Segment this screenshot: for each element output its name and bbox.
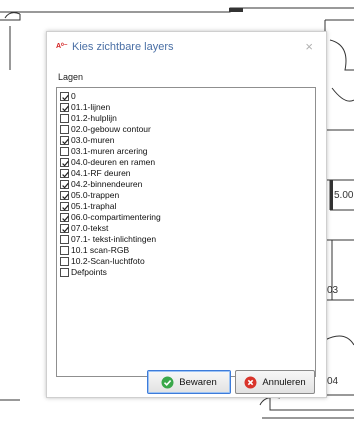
layer-checkbox[interactable]: [60, 147, 69, 156]
check-icon: [62, 226, 69, 233]
close-icon[interactable]: ×: [305, 39, 313, 54]
layer-label: 02.0-gebouw contour: [71, 124, 151, 134]
save-button-label: Bewaren: [179, 376, 217, 388]
check-icon: [62, 171, 69, 178]
layer-row[interactable]: 0: [60, 91, 76, 102]
check-icon: [62, 94, 69, 101]
layer-label: 05.1-traphal: [71, 201, 117, 211]
layer-label: 06.0-compartimentering: [71, 212, 161, 222]
layer-row[interactable]: 04.1-RF deuren: [60, 168, 131, 179]
layers-dialog: A⁰⁻ Kies zichtbare layers × Lagen 0 01.1-…: [46, 31, 327, 398]
layer-label: 03.0-muren: [71, 135, 115, 145]
layer-checkbox[interactable]: [60, 224, 69, 233]
check-icon: [62, 204, 69, 211]
save-button[interactable]: Bewaren: [147, 370, 231, 394]
layer-checkbox[interactable]: [60, 158, 69, 167]
cancel-x-circle-icon: [244, 376, 257, 388]
layer-row[interactable]: 03.0-muren: [60, 135, 114, 146]
cad-label: 5.00: [334, 190, 354, 201]
layer-label: 01.1-lijnen: [71, 102, 111, 112]
layer-row[interactable]: 04.2-binnendeuren: [60, 179, 142, 190]
cancel-button-label: Annuleren: [262, 376, 306, 388]
layer-checkbox[interactable]: [60, 268, 69, 277]
layer-label: 10.1 scan-RGB: [71, 245, 130, 255]
layer-row[interactable]: 07.1- tekst-inlichtingen: [60, 234, 156, 245]
layer-label: 01.2-hulplijn: [71, 113, 117, 123]
check-icon: [62, 193, 69, 200]
layer-row[interactable]: 02.0-gebouw contour: [60, 124, 151, 135]
layer-label: 03.1-muren arcering: [71, 146, 148, 156]
layer-row[interactable]: 07.0-tekst: [60, 223, 108, 234]
layer-label: 04.0-deuren en ramen: [71, 157, 156, 167]
layers-list[interactable]: 0 01.1-lijnen 01.2-hulplijn 02.0-gebouw con…: [56, 87, 316, 377]
layer-checkbox[interactable]: [60, 257, 69, 266]
check-icon: [62, 160, 69, 167]
layer-row[interactable]: 06.0-compartimentering: [60, 212, 161, 223]
layer-row[interactable]: 05.0-trappen: [60, 190, 119, 201]
layer-checkbox[interactable]: [60, 169, 69, 178]
layer-label: 07.1- tekst-inlichtingen: [71, 234, 157, 244]
layer-row[interactable]: 03.1-muren arcering: [60, 146, 148, 157]
cad-label: 03: [327, 285, 339, 296]
layer-row[interactable]: 01.2-hulplijn: [60, 113, 117, 124]
layer-label: 07.0-tekst: [71, 223, 109, 233]
layer-row[interactable]: 10.1 scan-RGB: [60, 245, 129, 256]
dialog-titlebar[interactable]: A⁰⁻ Kies zichtbare layers ×: [47, 32, 326, 62]
layer-checkbox[interactable]: [60, 202, 69, 211]
layer-checkbox[interactable]: [60, 92, 69, 101]
layer-label: 04.2-binnendeuren: [71, 179, 143, 189]
layer-label: 0: [71, 91, 76, 101]
layer-row[interactable]: 04.0-deuren en ramen: [60, 157, 155, 168]
checkmark-circle-icon: [161, 376, 174, 388]
layers-group-label: Lagen: [58, 72, 84, 82]
layer-row[interactable]: 05.1-traphal: [60, 201, 116, 212]
layer-checkbox[interactable]: [60, 125, 69, 134]
cancel-button[interactable]: Annuleren: [235, 370, 315, 394]
layer-checkbox[interactable]: [60, 114, 69, 123]
layer-checkbox[interactable]: [60, 136, 69, 145]
app-icon: A⁰⁻: [56, 43, 68, 50]
check-icon: [62, 182, 69, 189]
layer-label: 04.1-RF deuren: [71, 168, 131, 178]
layer-checkbox[interactable]: [60, 180, 69, 189]
check-icon: [62, 138, 69, 145]
layer-row[interactable]: Defpoints: [60, 267, 107, 278]
layer-label: 10.2-Scan-luchtfoto: [71, 256, 145, 266]
check-icon: [62, 105, 69, 112]
layer-row[interactable]: 01.1-lijnen: [60, 102, 110, 113]
layer-checkbox[interactable]: [60, 213, 69, 222]
layer-label: 05.0-trappen: [71, 190, 120, 200]
cad-label: 04: [327, 376, 339, 387]
layer-checkbox[interactable]: [60, 191, 69, 200]
check-icon: [62, 215, 69, 222]
dialog-title: Kies zichtbare layers: [72, 41, 174, 53]
layer-row[interactable]: 10.2-Scan-luchtfoto: [60, 256, 145, 267]
layer-checkbox[interactable]: [60, 246, 69, 255]
layer-label: Defpoints: [71, 267, 107, 277]
layer-checkbox[interactable]: [60, 235, 69, 244]
layer-checkbox[interactable]: [60, 103, 69, 112]
